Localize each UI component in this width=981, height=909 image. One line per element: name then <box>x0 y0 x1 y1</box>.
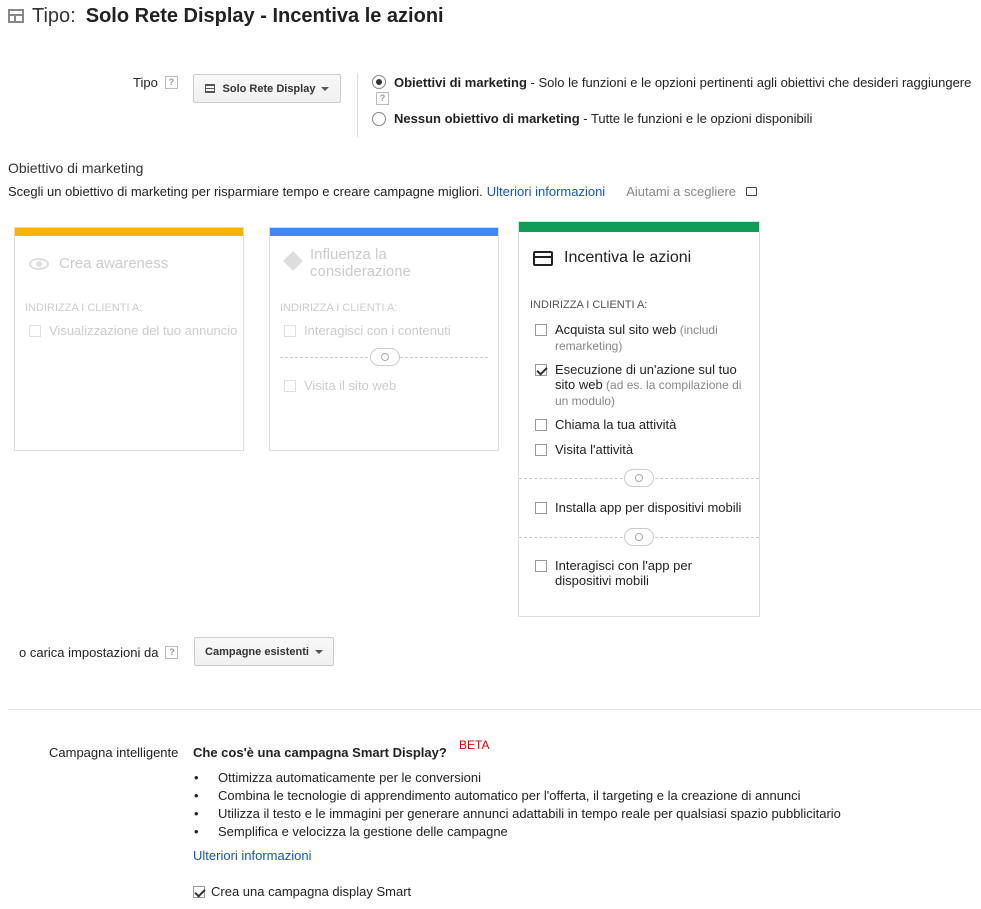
option-desc: - Solo le funzioni e le opzioni pertinen… <box>526 75 972 90</box>
section-heading: Obiettivo di marketing <box>8 160 144 176</box>
checkbox <box>284 380 296 392</box>
list-item: Utilizza il testo e le immagini per gene… <box>194 805 841 823</box>
eye-icon <box>29 257 49 270</box>
option-label: Visita il sito web <box>304 378 397 393</box>
checkbox[interactable] <box>535 502 547 514</box>
layout-icon <box>8 9 24 23</box>
card-action[interactable]: Incentiva le azioni INDIRIZZA I CLIENTI … <box>518 221 760 617</box>
checkbox[interactable] <box>535 324 547 336</box>
dropdown-label: Campagne esistenti <box>205 645 309 658</box>
beta-badge: BETA <box>459 738 490 752</box>
or-icon <box>624 469 654 487</box>
section-divider <box>8 709 981 710</box>
card-awareness[interactable]: Crea awareness INDIRIZZA I CLIENTI A: Vi… <box>14 227 244 451</box>
smart-campaign-option[interactable]: Crea una campagna display Smart <box>193 884 411 899</box>
display-network-icon <box>204 84 215 93</box>
option-engage-app[interactable]: Interagisci con l'app per dispositivi mo… <box>535 558 715 588</box>
target-label: INDIRIZZA I CLIENTI A: <box>280 302 398 314</box>
chevron-down-icon <box>321 86 330 91</box>
header-label: Tipo: <box>32 4 76 27</box>
option-label: Interagisci con i contenuti <box>304 323 451 338</box>
option-title: Obiettivi di marketing <box>394 75 527 90</box>
checkbox-label: Crea una campagna display Smart <box>211 884 412 899</box>
card-color-bar <box>15 228 243 236</box>
option-label: Visualizzazione del tuo annuncio <box>49 323 238 338</box>
card-consideration[interactable]: Influenza la considerazione INDIRIZZA I … <box>269 227 499 451</box>
option-buy-online[interactable]: Acquista sul sito web (includi remarketi… <box>535 322 750 354</box>
option-title: Nessun obiettivo di marketing <box>394 111 580 126</box>
divider <box>357 73 358 137</box>
option-call[interactable]: Chiama la tua attività <box>535 417 676 432</box>
chevron-down-icon <box>314 649 323 654</box>
option-engage-content: Interagisci con i contenuti <box>284 323 451 338</box>
tipo-option-no-marketing[interactable]: Nessun obiettivo di marketing - Tutte le… <box>372 111 977 127</box>
checkbox[interactable] <box>535 444 547 456</box>
list-item: Semplifica e velocizza la gestione delle… <box>194 823 841 841</box>
target-label: INDIRIZZA I CLIENTI A: <box>25 302 143 314</box>
option-label: Visita l'attività <box>555 442 634 457</box>
tipo-option-marketing[interactable]: Obiettivi di marketing - Solo le funzion… <box>372 75 977 91</box>
option-label: Installa app per dispositivi mobili <box>555 500 742 515</box>
option-label: Interagisci con l'app per dispositivi mo… <box>555 558 692 588</box>
tipo-label-group: Tipo ? <box>133 75 178 90</box>
existing-campaigns-dropdown[interactable]: Campagne esistenti <box>194 637 334 666</box>
help-choose-link[interactable]: Aiutami a scegliere <box>626 184 736 199</box>
card-color-bar <box>270 228 498 236</box>
feedback-icon[interactable] <box>746 187 758 196</box>
target-label: INDIRIZZA I CLIENTI A: <box>530 299 648 311</box>
radio-no-marketing[interactable] <box>372 112 386 126</box>
option-label: Chiama la tua attività <box>555 417 677 432</box>
checkbox <box>29 325 41 337</box>
list-item: Combina le tecnologie di apprendimento a… <box>194 787 841 805</box>
checkbox[interactable] <box>535 560 547 572</box>
help-icon[interactable]: ? <box>165 646 179 659</box>
option-visit-site: Visita il sito web <box>284 378 396 393</box>
or-icon <box>370 348 400 366</box>
directions-icon <box>283 251 303 271</box>
card-color-bar <box>519 222 759 232</box>
credit-card-icon <box>533 250 553 266</box>
option-view-ad: Visualizzazione del tuo annuncio <box>29 323 237 338</box>
help-icon[interactable]: ? <box>164 76 178 89</box>
option-website-action[interactable]: Esecuzione di un'azione sul tuo sito web… <box>535 362 750 409</box>
option-desc: - Tutte le funzioni e le opzioni disponi… <box>579 111 813 126</box>
load-settings-label-group: o carica impostazioni da ? <box>19 645 179 660</box>
page-title: Solo Rete Display - Incentiva le azioni <box>85 4 444 27</box>
smart-benefits-list: Ottimizza automaticamente per le convers… <box>194 769 841 841</box>
card-title: Influenza la considerazione <box>310 246 411 280</box>
checkbox[interactable] <box>535 419 547 431</box>
or-icon <box>624 528 654 546</box>
card-title: Incentiva le azioni <box>564 249 692 266</box>
checkbox-checked[interactable] <box>535 364 547 376</box>
option-install-app[interactable]: Installa app per dispositivi mobili <box>535 500 741 515</box>
tipo-dropdown-label: Solo Rete Display <box>222 82 316 95</box>
tipo-label: Tipo <box>133 75 158 90</box>
intro-text: Scegli un obiettivo di marketing per ris… <box>8 184 483 199</box>
load-settings-label: o carica impostazioni da <box>19 645 159 660</box>
page-header: Tipo: Solo Rete Display - Incentiva le a… <box>8 4 444 28</box>
help-icon[interactable]: ? <box>376 92 389 105</box>
checkbox <box>284 325 296 337</box>
option-visit-business[interactable]: Visita l'attività <box>535 442 633 457</box>
tipo-dropdown[interactable]: Solo Rete Display <box>193 74 341 103</box>
marketing-intro: Scegli un obiettivo di marketing per ris… <box>8 184 758 199</box>
list-item: Ottimizza automaticamente per le convers… <box>194 769 841 787</box>
checkbox-checked[interactable] <box>193 885 205 898</box>
option-label: Acquista sul sito web <box>555 322 677 337</box>
smart-campaign-label: Campagna intelligente <box>49 745 179 760</box>
learn-more-link[interactable]: Ulteriori informazioni <box>487 184 605 199</box>
radio-marketing[interactable] <box>372 75 386 89</box>
smart-question: Che cos'è una campagna Smart Display? <box>193 745 447 760</box>
smart-learn-more-link[interactable]: Ulteriori informazioni <box>193 848 311 863</box>
card-title: Crea awareness <box>59 255 169 272</box>
